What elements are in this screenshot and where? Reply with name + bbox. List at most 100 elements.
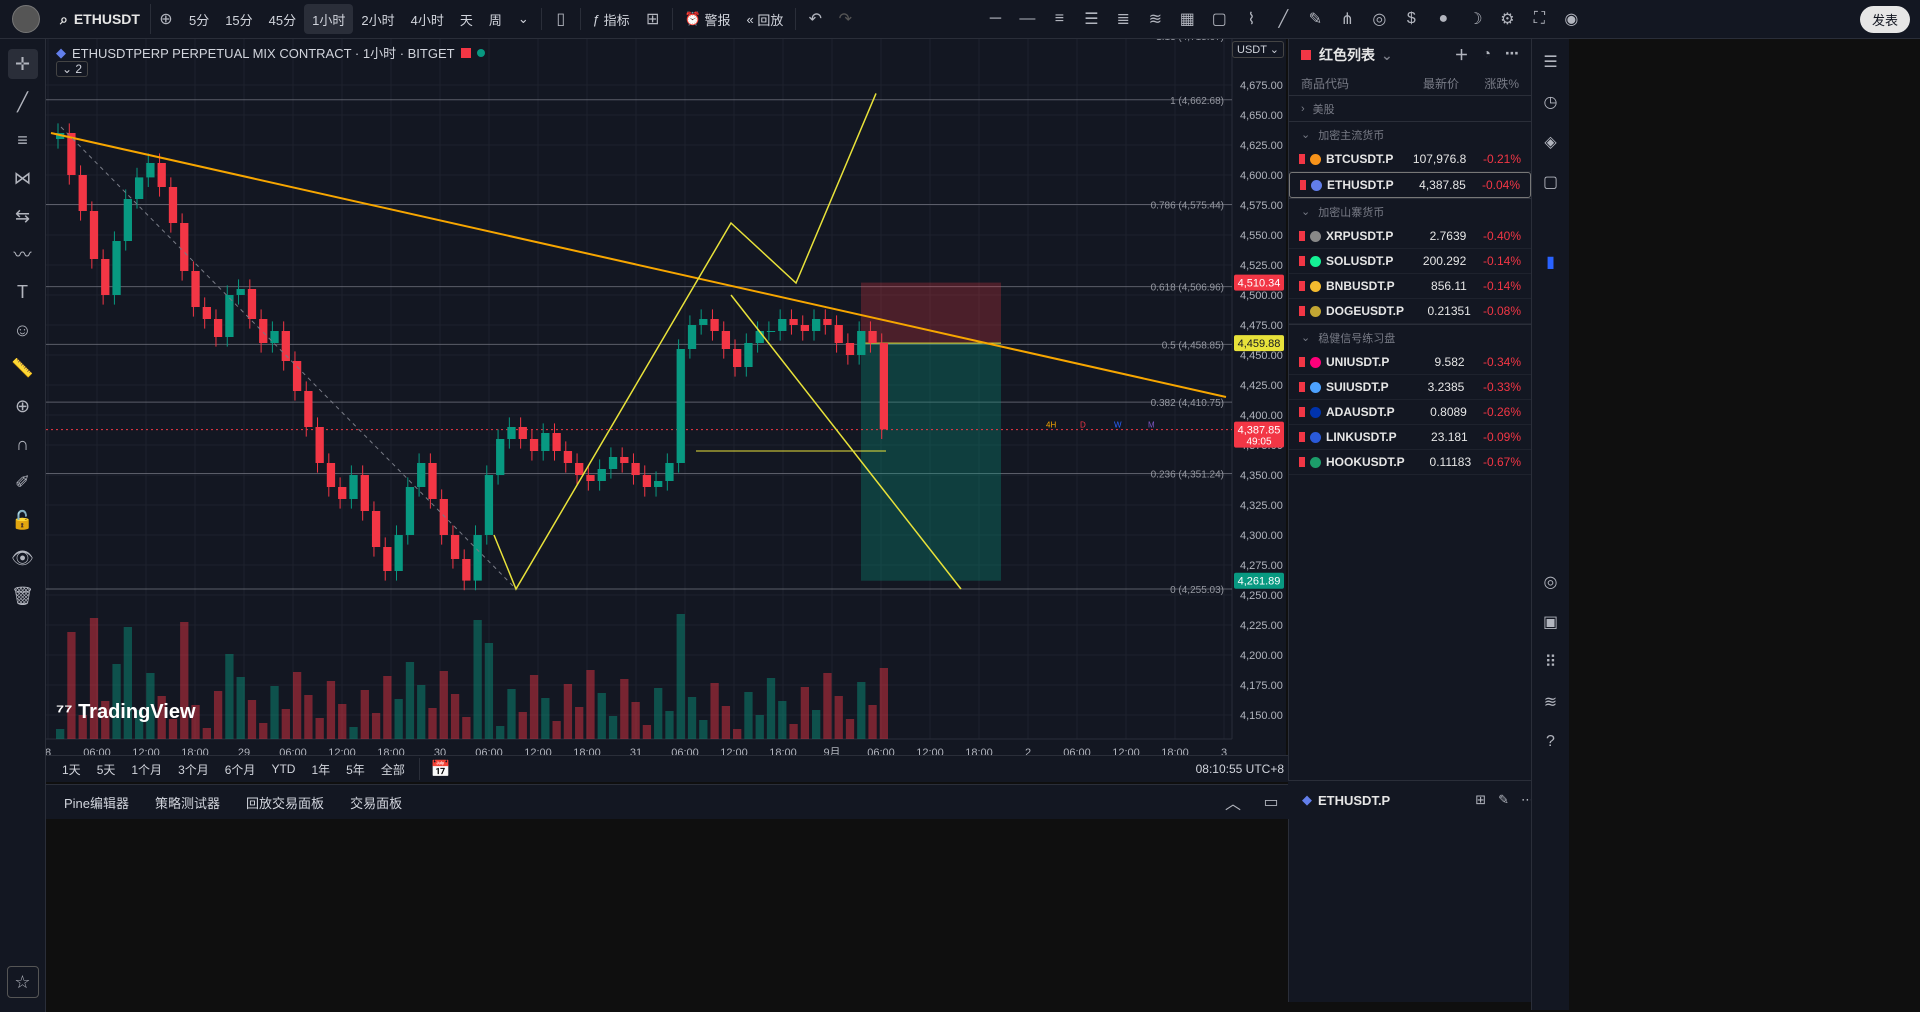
range-6[interactable]: 1年 [303,758,338,780]
alerts-clock-icon[interactable]: ◷ [1536,87,1566,117]
currency-select[interactable]: USDT ⌄ [1232,41,1285,58]
zoom-icon[interactable]: ⊕ [8,391,38,421]
interval-2[interactable]: 45分 [261,4,304,34]
brush-icon[interactable]: ✎ [1300,4,1330,34]
range-8[interactable]: 全部 [373,758,413,780]
panel-tab-1[interactable]: 策略测试器 [147,787,228,817]
watchlist-row[interactable]: SUIUSDT.P 3.2385 -0.33% [1289,375,1531,400]
watchlist-group[interactable]: ⌄ 加密山寨货币 [1289,198,1531,224]
watchlist-row[interactable]: BNBUSDT.P 856.11 -0.14% [1289,274,1531,299]
row-flag-icon[interactable] [1300,180,1306,190]
watchlist-row[interactable]: UNIUSDT.P 9.582 -0.34% [1289,350,1531,375]
text-tool-icon[interactable]: T [8,277,38,307]
watchlist-row[interactable]: ADAUSDT.P 0.8089 -0.26% [1289,400,1531,425]
detail-symbol[interactable]: ETHUSDT.P [1318,793,1390,808]
interval-6[interactable]: 天 [452,4,481,34]
watchlist-row[interactable]: BTCUSDT.P 107,976.8 -0.21% [1289,147,1531,172]
emoji-tool-icon[interactable]: ☺ [8,315,38,345]
trash-icon[interactable]: 🗑 [8,581,38,611]
grid-view-icon[interactable]: ⊞ [1475,792,1486,808]
horizontal-ray-icon[interactable]: ─ [980,4,1010,34]
symbol-search[interactable]: ⌕ ETHUSDT [50,4,151,34]
pattern-tool-icon[interactable]: ⋈ [8,163,38,193]
watchlist-row[interactable]: ETHUSDT.P 4,387.85 -0.04% [1289,172,1531,198]
compare-add-icon[interactable]: ⊕ [151,4,181,34]
panel-tab-2[interactable]: 回放交易面板 [238,787,332,817]
camera-icon[interactable]: ◉ [1556,4,1586,34]
fib-tool-icon[interactable]: ≡ [8,125,38,155]
flag-icon[interactable] [460,47,471,58]
interval-0[interactable]: 5分 [181,4,217,34]
watchlist-row[interactable]: HOOKUSDT.P 0.11183 -0.67% [1289,450,1531,475]
parallel-channel-icon[interactable]: ≡ [1044,4,1074,34]
indicator-collapse-badge[interactable]: ⌄ 2 [56,61,89,77]
target-icon[interactable]: ◎ [1364,4,1394,34]
calendar-icon[interactable]: 📅 [426,754,456,784]
row-flag-icon[interactable] [1299,281,1305,291]
undo-icon[interactable]: ↶ [800,4,830,34]
add-symbol-icon[interactable]: ＋ [1455,45,1469,65]
chevron-down-icon[interactable]: ⌄ [1381,47,1393,64]
indicators-button[interactable]: ƒ 指标 [585,4,638,34]
interval-4[interactable]: 2小时 [353,4,402,34]
scroll-handle[interactable]: ▮ [1536,247,1566,277]
range-3[interactable]: 3个月 [170,758,217,780]
edit-icon[interactable]: ✎ [1498,792,1509,808]
range-7[interactable]: 5年 [338,758,373,780]
row-flag-icon[interactable] [1299,154,1305,164]
fib-retracement-icon[interactable]: ≣ [1108,4,1138,34]
watchlist-row[interactable]: LINKUSDT.P 23.181 -0.09% [1289,425,1531,450]
interval-chevron-down-icon[interactable]: ⌄ [510,4,537,34]
panel-tab-0[interactable]: Pine编辑器 [56,787,137,817]
row-flag-icon[interactable] [1299,407,1305,417]
row-flag-icon[interactable] [1299,231,1305,241]
watchlist-group[interactable]: › 美股 [1289,95,1531,121]
fullscreen-icon[interactable]: ⛶ [1524,4,1554,34]
clock[interactable]: 08:10:55 UTC+8 [1196,762,1284,776]
watchlist-row[interactable]: XRPUSDT.P 2.7639 -0.40% [1289,224,1531,249]
eye-icon[interactable]: 👁 [8,543,38,573]
more-icon[interactable]: ⋯ [1505,45,1519,65]
horizontal-line-icon[interactable]: — [1012,4,1042,34]
chart-pie-icon[interactable]: ◔ [1483,45,1491,65]
row-flag-icon[interactable] [1299,382,1305,392]
grid-icon[interactable]: ▦ [1172,4,1202,34]
replay-button[interactable]: « 回放 [738,4,791,34]
interval-3[interactable]: 1小时 [304,4,354,34]
trendline-icon[interactable]: ╱ [1268,4,1298,34]
fib-extension-icon[interactable]: ≋ [1140,4,1170,34]
row-flag-icon[interactable] [1299,256,1305,266]
watchlist-group[interactable]: ⌄ 稳健信号练习盘 [1289,324,1531,350]
range-4[interactable]: 6个月 [217,758,264,780]
signal-icon[interactable]: ≋ [1536,687,1566,717]
magnet-icon[interactable]: ∩ [8,429,38,459]
avatar[interactable] [12,5,40,33]
ruler-icon[interactable]: 📏 [8,353,38,383]
alert-button[interactable]: ⏰ 警报 [677,4,739,34]
price-label-icon[interactable]: $ [1396,4,1426,34]
maximize-icon[interactable]: ▭ [1256,787,1286,817]
interval-7[interactable]: 周 [481,4,510,34]
range-2[interactable]: 1个月 [123,758,170,780]
regression-icon[interactable]: ☰ [1076,4,1106,34]
col-price[interactable]: 最新价 [1389,75,1459,92]
interval-5[interactable]: 4小时 [403,4,452,34]
magic-icon[interactable]: ☽ [1460,4,1490,34]
collapse-up-icon[interactable]: ︿ [1218,787,1248,817]
calendar-icon[interactable]: ▣ [1536,607,1566,637]
finance-icon[interactable]: ● [1428,4,1458,34]
settings-icon[interactable]: ⚙ [1492,4,1522,34]
row-flag-icon[interactable] [1299,306,1305,316]
range-1[interactable]: 5天 [89,758,124,780]
candles-icon[interactable]: ▯ [546,4,576,34]
layers-icon[interactable]: ◈ [1536,127,1566,157]
interval-1[interactable]: 15分 [217,4,260,34]
row-flag-icon[interactable] [1299,457,1305,467]
col-symbol[interactable]: 商品代码 [1301,75,1389,92]
chart-canvas[interactable]: 4,675.00 4,650.00 4,625.00 4,600.00 4,575.00… [46,39,1286,781]
row-flag-icon[interactable] [1299,432,1305,442]
path-icon[interactable]: ⌇ [1236,4,1266,34]
watchlist-group[interactable]: ⌄ 加密主流货币 [1289,121,1531,147]
star-icon[interactable]: ☆ [6,966,39,998]
panel-tab-3[interactable]: 交易面板 [342,787,410,817]
